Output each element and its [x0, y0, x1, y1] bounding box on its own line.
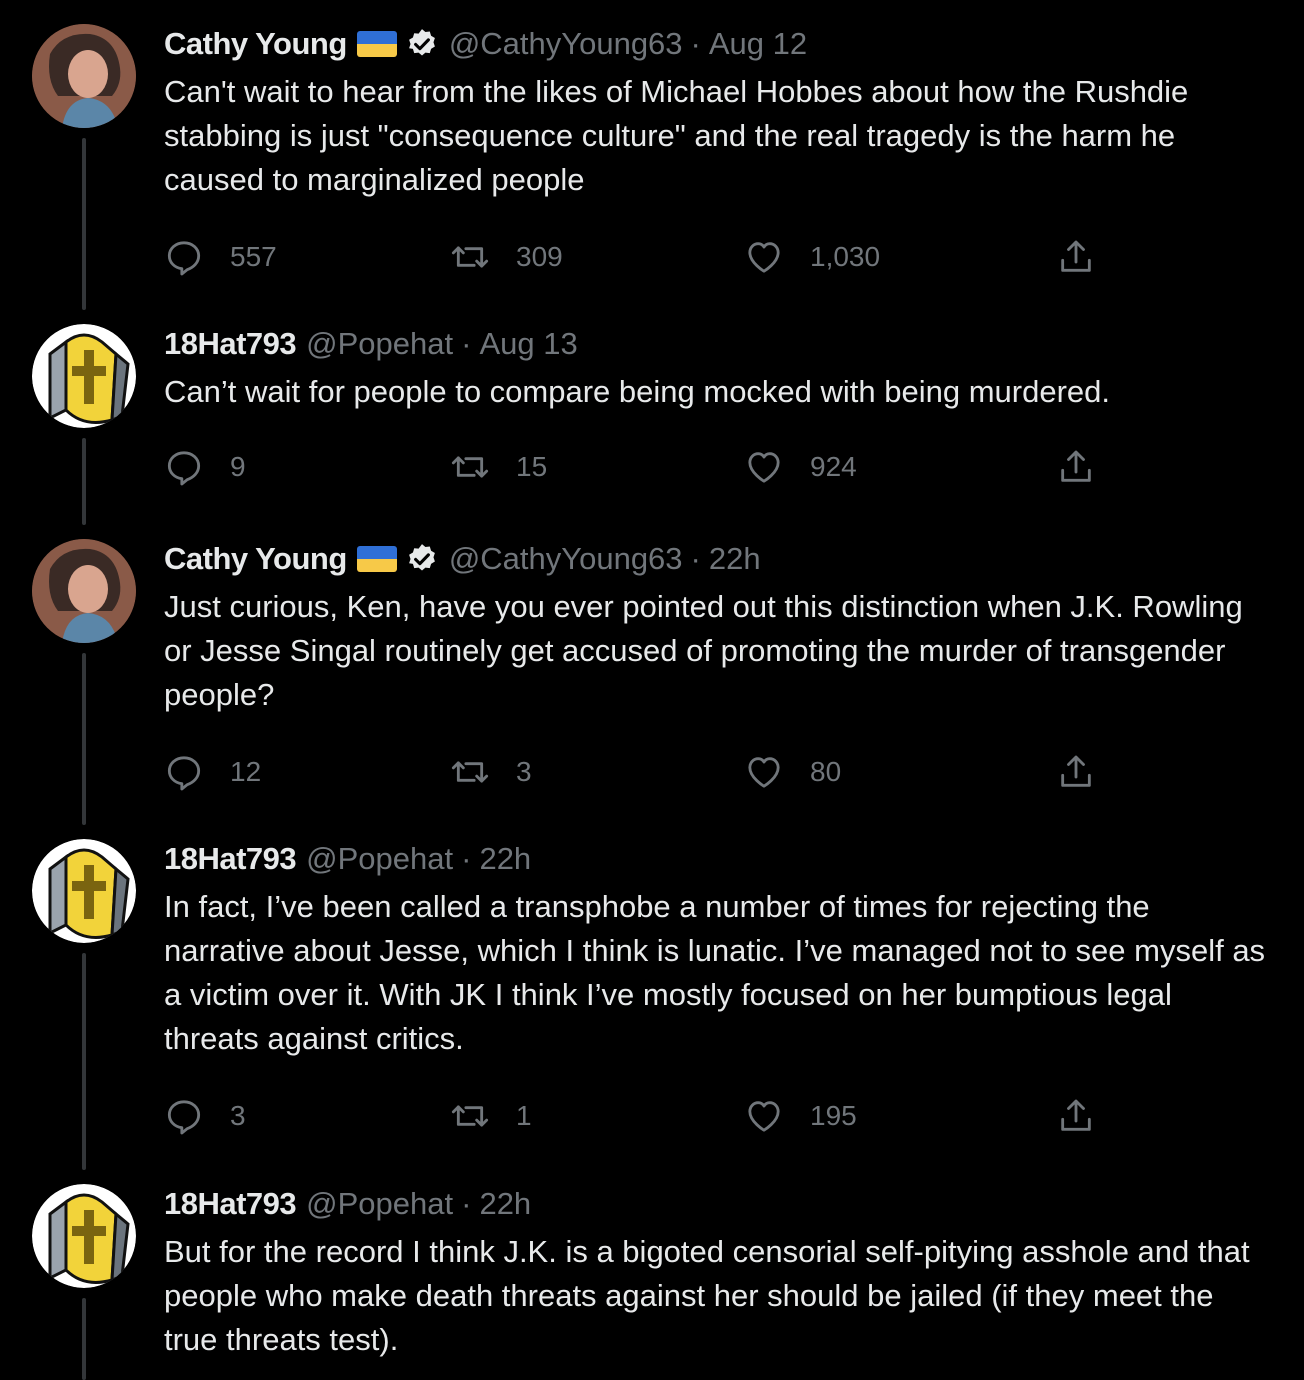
tweet-text: In fact, I’ve been called a transphobe a…: [164, 889, 1266, 1056]
share-button[interactable]: [1056, 442, 1096, 492]
reply-count: 12: [230, 756, 262, 787]
display-name[interactable]: 18Hat793: [164, 326, 297, 362]
separator-dot: ·: [461, 326, 472, 361]
reply-button[interactable]: 12: [164, 747, 261, 797]
avatar[interactable]: [32, 539, 136, 643]
separator-dot: ·: [690, 26, 701, 61]
like-count: 80: [810, 756, 842, 787]
reply-count: 9: [230, 451, 246, 482]
timestamp[interactable]: 22h: [479, 1186, 531, 1222]
ukraine-flag-icon: [356, 546, 397, 572]
like-button[interactable]: 924: [744, 442, 857, 492]
reply-icon: [167, 451, 201, 486]
user-handle[interactable]: @Popehat: [306, 841, 453, 877]
ukraine-flag-icon: [356, 31, 397, 57]
tweet[interactable]: Cathy Young @CathyYoung63 · Aug 12 Can't…: [0, 0, 1304, 310]
reply-count: 3: [230, 1100, 246, 1131]
timestamp[interactable]: Aug 13: [479, 326, 577, 362]
share-button[interactable]: [1056, 232, 1096, 282]
retweet-button[interactable]: 1: [450, 1091, 532, 1141]
like-icon: [748, 242, 780, 273]
retweet-button[interactable]: 15: [450, 442, 547, 492]
tweet[interactable]: Cathy Young @CathyYoung63 · 22h Just cur…: [0, 515, 1304, 825]
retweet-icon: [451, 1105, 489, 1127]
reply-button[interactable]: 9: [164, 442, 246, 492]
avatar[interactable]: [32, 1184, 136, 1288]
like-button[interactable]: 80: [744, 747, 841, 797]
thread-line: [82, 653, 86, 825]
user-handle[interactable]: @CathyYoung63: [449, 26, 683, 62]
tweet-thread: Cathy Young @CathyYoung63 · Aug 12 Can't…: [0, 0, 1304, 1380]
like-icon: [748, 452, 780, 483]
reply-icon: [167, 756, 201, 791]
timestamp[interactable]: 22h: [479, 841, 531, 877]
tweet-actions: 9 15 924: [164, 442, 1274, 492]
display-name[interactable]: Cathy Young: [164, 541, 347, 577]
tweet-actions: 557 309 1,030: [164, 232, 1274, 282]
display-name[interactable]: 18Hat793: [164, 1186, 297, 1222]
tweet-text: Just curious, Ken, have you ever pointed…: [164, 589, 1243, 712]
thread-line: [82, 1298, 86, 1380]
avatar[interactable]: [32, 24, 136, 128]
share-button[interactable]: [1056, 1091, 1096, 1141]
user-handle[interactable]: @Popehat: [306, 1186, 453, 1222]
share-icon: [1061, 755, 1091, 787]
tweet-actions: 12 3 80: [164, 747, 1274, 797]
tweet[interactable]: 18Hat793 @Popehat · 22h In fact, I’ve be…: [0, 815, 1304, 1170]
like-count: 924: [810, 451, 857, 482]
share-icon: [1061, 1099, 1091, 1131]
reply-icon: [167, 1100, 201, 1135]
thread-line: [82, 138, 86, 310]
share-icon: [1061, 450, 1091, 482]
like-button[interactable]: 1,030: [744, 232, 880, 282]
verified-icon: [405, 27, 439, 61]
user-handle[interactable]: @CathyYoung63: [449, 541, 683, 577]
tweet-text: Can’t wait for people to compare being m…: [164, 374, 1111, 409]
retweet-icon: [451, 456, 489, 478]
like-icon: [748, 1101, 780, 1132]
timestamp[interactable]: Aug 12: [709, 26, 807, 62]
like-button[interactable]: 195: [744, 1091, 857, 1141]
tweet[interactable]: 18Hat793 @Popehat · 22h But for the reco…: [0, 1160, 1304, 1380]
like-count: 1,030: [810, 241, 881, 272]
display-name[interactable]: 18Hat793: [164, 841, 297, 877]
separator-dot: ·: [690, 541, 701, 576]
display-name[interactable]: Cathy Young: [164, 26, 347, 62]
verified-icon: [405, 542, 439, 576]
tweet-actions: 3 1 195: [164, 1091, 1274, 1141]
retweet-icon: [451, 761, 489, 783]
avatar[interactable]: [32, 839, 136, 943]
retweet-button[interactable]: 3: [450, 747, 532, 797]
share-button[interactable]: [1056, 747, 1096, 797]
retweet-button[interactable]: 309: [450, 232, 563, 282]
user-handle[interactable]: @Popehat: [306, 326, 453, 362]
reply-button[interactable]: 557: [164, 232, 277, 282]
tweet-text: Can't wait to hear from the likes of Mic…: [164, 74, 1189, 197]
avatar[interactable]: [32, 324, 136, 428]
separator-dot: ·: [461, 1186, 472, 1221]
reply-count: 557: [230, 241, 277, 272]
like-count: 195: [810, 1100, 857, 1131]
tweet[interactable]: 18Hat793 @Popehat · Aug 13 Can’t wait fo…: [0, 300, 1304, 525]
retweet-count: 3: [516, 756, 532, 787]
separator-dot: ·: [461, 841, 472, 876]
share-icon: [1061, 240, 1091, 272]
retweet-count: 1: [516, 1100, 532, 1131]
tweet-text: But for the record I think J.K. is a big…: [164, 1234, 1250, 1357]
timestamp[interactable]: 22h: [709, 541, 761, 577]
thread-line: [82, 438, 86, 525]
retweet-count: 309: [516, 241, 563, 272]
like-icon: [748, 757, 780, 788]
thread-line: [82, 953, 86, 1170]
reply-button[interactable]: 3: [164, 1091, 246, 1141]
retweet-icon: [451, 246, 489, 268]
reply-icon: [167, 241, 201, 276]
retweet-count: 15: [516, 451, 548, 482]
